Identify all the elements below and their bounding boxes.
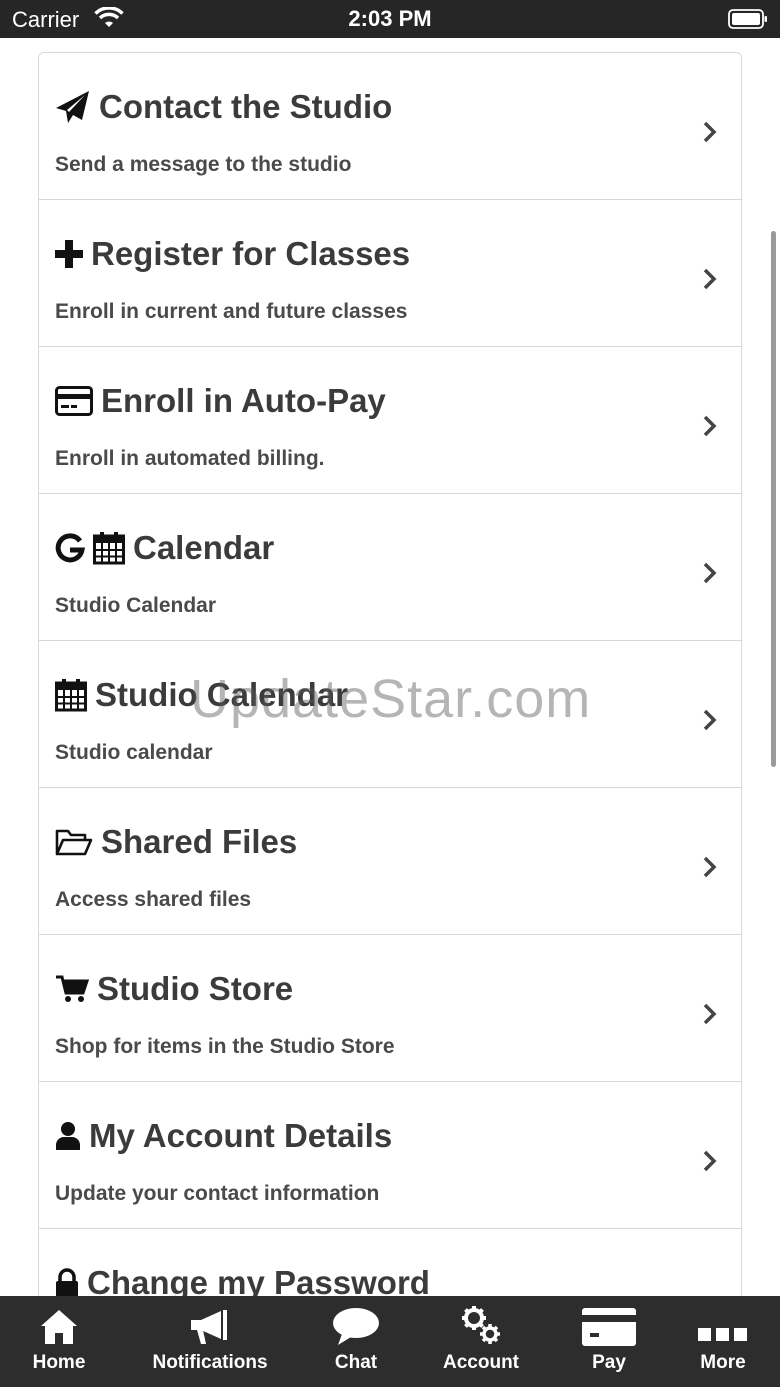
cart-icon — [55, 974, 89, 1004]
watermark: UpdateStar.com — [190, 669, 592, 729]
menu-item-subtitle: Send a message to the studio — [55, 153, 352, 176]
menu-item-title: Studio Store — [97, 970, 294, 1007]
tab-pay[interactable]: Pay — [576, 1296, 642, 1387]
home-icon — [39, 1296, 79, 1346]
chevron-right-icon — [703, 709, 717, 731]
menu-item-subtitle: Enroll in current and future classes — [55, 300, 408, 323]
menu-item-calendar[interactable]: Calendar Studio Calendar — [39, 494, 741, 641]
menu-item-title: Calendar — [133, 529, 275, 566]
menu-item-subtitle: Access shared files — [55, 888, 252, 911]
menu-item-title: Register for Classes — [91, 235, 411, 272]
paper-plane-icon — [55, 90, 91, 124]
calendar-icon — [55, 678, 87, 712]
chevron-right-icon — [703, 268, 717, 290]
chevron-right-icon — [703, 562, 717, 584]
credit-card-icon — [55, 386, 93, 416]
tab-label: Account — [443, 1352, 519, 1373]
plus-icon — [55, 240, 83, 268]
menu-item-studio-store[interactable]: Studio Store Shop for items in the Studi… — [39, 935, 741, 1082]
tab-label: Chat — [334, 1352, 378, 1373]
calendar-icon — [93, 531, 125, 565]
menu-item-register-classes[interactable]: Register for Classes Enroll in current a… — [39, 200, 741, 347]
chevron-right-icon — [703, 856, 717, 878]
menu-content[interactable]: Contact the Studio Send a message to the… — [0, 38, 780, 1296]
status-bar: Carrier 2:03 PM — [0, 0, 780, 38]
menu-item-shared-files[interactable]: Shared Files Access shared files — [39, 788, 741, 935]
tab-bar: Home Notifications Chat Account Pay More — [0, 1296, 780, 1387]
menu-item-subtitle: Update your contact information — [55, 1182, 380, 1205]
chevron-right-icon — [703, 121, 717, 143]
google-icon — [55, 533, 85, 563]
chevron-right-icon — [703, 1003, 717, 1025]
menu-item-change-password[interactable]: Change my Password — [39, 1229, 741, 1296]
menu-item-title: Contact the Studio — [99, 88, 393, 125]
folder-open-icon — [55, 828, 93, 856]
tab-label: Pay — [592, 1352, 626, 1373]
menu-item-subtitle: Shop for items in the Studio Store — [55, 1035, 395, 1058]
tab-label: Notifications — [152, 1352, 268, 1373]
menu-item-subtitle: Enroll in automated billing. — [55, 447, 325, 470]
menu-item-title: Enroll in Auto-Pay — [101, 382, 386, 419]
tab-more[interactable]: More — [690, 1296, 756, 1387]
tab-account[interactable]: Account — [438, 1296, 524, 1387]
credit-card-icon — [582, 1296, 636, 1346]
menu-item-subtitle: Studio calendar — [55, 741, 213, 764]
menu-item-title: My Account Details — [89, 1117, 393, 1154]
lock-icon — [55, 1268, 79, 1296]
tab-label: More — [700, 1352, 746, 1373]
tab-notifications[interactable]: Notifications — [145, 1296, 275, 1387]
chevron-right-icon — [703, 1150, 717, 1172]
gears-icon — [460, 1296, 502, 1346]
menu-item-title: Shared Files — [101, 823, 298, 860]
megaphone-icon — [189, 1296, 231, 1346]
user-icon — [55, 1121, 81, 1151]
menu-item-contact-studio[interactable]: Contact the Studio Send a message to the… — [39, 53, 741, 200]
chevron-right-icon — [703, 415, 717, 437]
clock: 2:03 PM — [348, 6, 432, 31]
more-icon — [697, 1296, 749, 1346]
menu-item-subtitle: Studio Calendar — [55, 594, 217, 617]
tab-label: Home — [32, 1352, 86, 1373]
chat-bubble-icon — [332, 1296, 380, 1346]
menu-item-title: Change my Password — [87, 1264, 430, 1296]
scrollbar[interactable] — [771, 231, 776, 767]
menu-item-account-details[interactable]: My Account Details Update your contact i… — [39, 1082, 741, 1229]
menu-item-auto-pay[interactable]: Enroll in Auto-Pay Enroll in automated b… — [39, 347, 741, 494]
tab-home[interactable]: Home — [18, 1296, 100, 1387]
tab-chat[interactable]: Chat — [320, 1296, 392, 1387]
battery-icon — [728, 9, 767, 29]
